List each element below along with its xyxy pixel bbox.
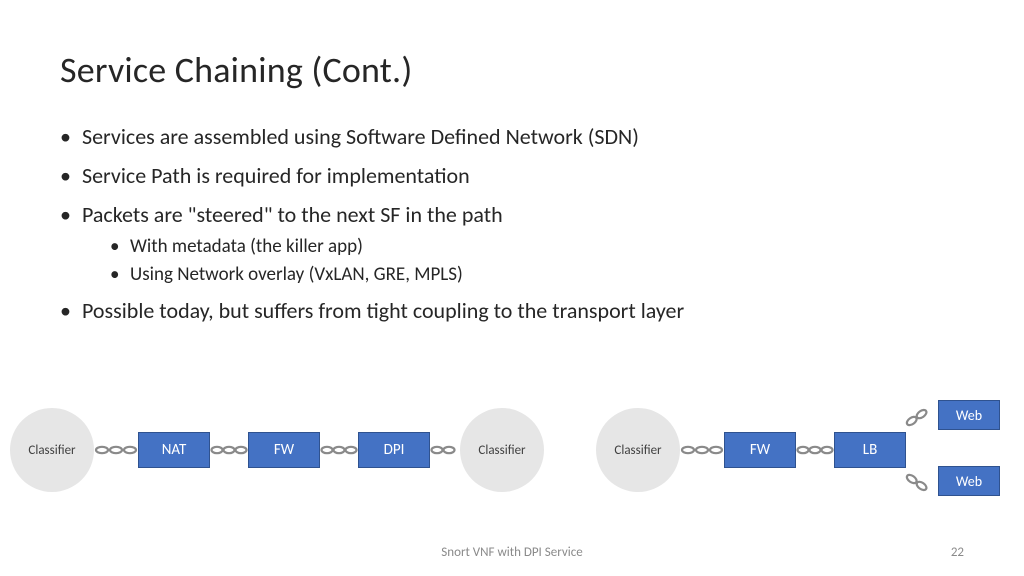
bullet-list: Services are assembled using Software De…	[60, 120, 964, 327]
sub-bullet-list: With metadata (the killer app) Using Net…	[110, 233, 964, 288]
chain-link-icon	[430, 445, 460, 455]
sub-bullet-item: With metadata (the killer app)	[110, 233, 964, 261]
classifier-node-start: Classifier	[10, 408, 94, 492]
bullet-item: Services are assembled using Software De…	[60, 120, 964, 153]
sub-bullet-item: Using Network overlay (VxLAN, GRE, MPLS)	[110, 261, 964, 289]
chain-link-icon	[796, 445, 834, 455]
chain-node-web-1: Web	[938, 400, 1000, 430]
chain-link-icon	[903, 404, 933, 429]
slide-title: Service Chaining (Cont.)	[60, 48, 964, 92]
chain-link-icon	[320, 445, 358, 455]
chain-link-icon	[94, 445, 138, 455]
chain-node-lb: LB	[834, 432, 906, 468]
chain-node-web-2: Web	[938, 466, 1000, 496]
chain-node-fw: FW	[248, 432, 320, 468]
chain-node-fw-2: FW	[724, 432, 796, 468]
bullet-item: Packets are "steered" to the next SF in …	[60, 198, 964, 288]
chain-node-dpi: DPI	[358, 432, 430, 468]
classifier-node-end: Classifier	[460, 408, 544, 492]
slide: Service Chaining (Cont.) Services are as…	[0, 0, 1024, 576]
service-chain-diagram: Classifier NAT FW DPI Classifier Classif…	[0, 398, 1024, 518]
classifier-node-start-2: Classifier	[596, 408, 680, 492]
bullet-item: Possible today, but suffers from tight c…	[60, 294, 964, 327]
bullet-item: Service Path is required for implementat…	[60, 159, 964, 192]
footer-text: Snort VNF with DPI Service	[0, 545, 1024, 560]
chain-node-nat: NAT	[138, 432, 210, 468]
chain-link-icon	[903, 471, 933, 496]
page-number: 22	[951, 545, 964, 560]
chain-link-icon	[210, 445, 248, 455]
chain-link-icon	[680, 445, 724, 455]
bullet-text: Packets are "steered" to the next SF in …	[82, 201, 503, 228]
